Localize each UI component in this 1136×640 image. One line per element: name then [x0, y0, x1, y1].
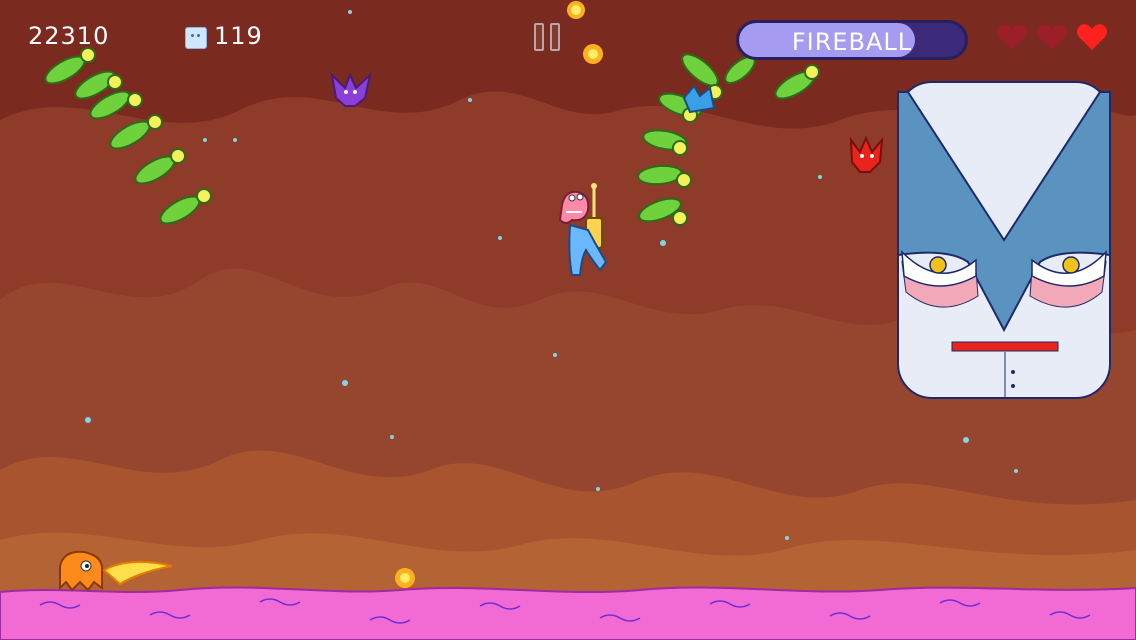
heart-icon [1076, 24, 1108, 50]
pause-icon [534, 23, 544, 51]
fireball-projectile [567, 1, 585, 19]
gem-icon [185, 27, 207, 49]
gem-counter: 119 [214, 22, 263, 50]
boss-mouth [951, 341, 1059, 352]
boss-face [897, 81, 1111, 399]
pause-button[interactable] [532, 23, 564, 53]
powerup-meter: FIREBALL [736, 20, 968, 60]
score-counter: 22310 [28, 22, 110, 50]
fireball-projectile [395, 568, 415, 588]
pink-ground [0, 586, 1136, 640]
powerup-label: FIREBALL [791, 28, 913, 56]
game-scene [0, 0, 1136, 640]
heart-icon [996, 24, 1028, 50]
fireball-projectile [583, 44, 603, 64]
pause-icon [550, 23, 560, 51]
heart-icon [1036, 24, 1068, 50]
